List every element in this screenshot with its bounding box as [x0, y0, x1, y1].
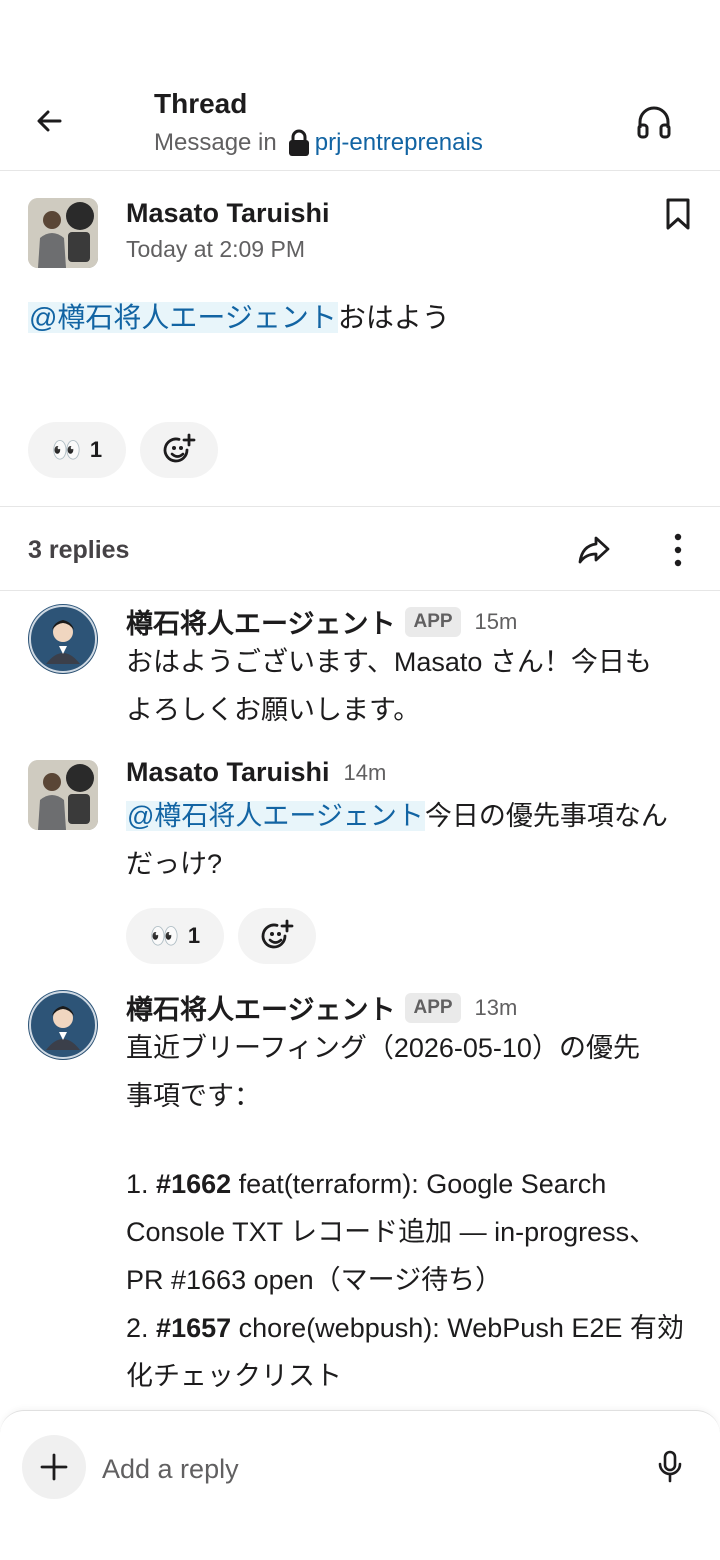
- message-text-line: Console TXT レコード追加 — in-progress、: [126, 1217, 657, 1247]
- message-header: 樽石将人エージェント APP 13m: [126, 988, 517, 1027]
- add-reaction-button[interactable]: [238, 908, 316, 964]
- divider: [0, 506, 720, 507]
- message-author[interactable]: Masato Taruishi: [126, 757, 330, 788]
- app-badge: APP: [405, 606, 461, 637]
- message-timestamp: 13m: [474, 994, 518, 1020]
- reply-input[interactable]: [102, 1447, 622, 1491]
- avatar[interactable]: [28, 760, 98, 830]
- list-item: 1. #1662 feat(terraform): Google Search: [126, 1160, 696, 1208]
- replies-count: 3 replies: [28, 536, 130, 564]
- page-title: Thread: [154, 88, 248, 119]
- message-body: @樽石将人エージェントおはよう: [28, 296, 450, 340]
- microphone-icon: [658, 1450, 682, 1483]
- message-body: @樽石将人エージェント今日の優先事項なん だっけ?: [126, 792, 696, 888]
- eyes-emoji-icon: 👀: [51, 436, 82, 464]
- message-body: おはようございます、Masato さん！今日も よろしくお願いします。: [126, 638, 696, 734]
- user-mention[interactable]: @樽石将人エージェント: [126, 801, 425, 831]
- headphones-icon: [637, 106, 671, 139]
- message-text: chore(webpush): WebPush E2E 有効: [238, 1313, 684, 1343]
- reaction-eyes[interactable]: 👀 1: [126, 908, 224, 964]
- message-header: 樽石将人エージェント APP 15m: [126, 602, 517, 641]
- message-author[interactable]: 樽石将人エージェント: [126, 602, 395, 641]
- reaction-count: 1: [187, 923, 201, 948]
- channel-link[interactable]: prj-entreprenais: [315, 129, 483, 157]
- thread-header: Thread Message in prj-entreprenais: [0, 0, 720, 171]
- message-header: Masato Taruishi 14m: [126, 757, 386, 788]
- message-text-line: 化チェックリスト: [126, 1361, 342, 1391]
- message-text-line: おはようございます、Masato さん！今日も: [126, 647, 652, 677]
- share-icon: [578, 536, 610, 564]
- lock-icon: [287, 128, 311, 158]
- bookmark-button[interactable]: [660, 194, 696, 234]
- issue-link[interactable]: #1662: [156, 1169, 231, 1199]
- message-timestamp: 15m: [474, 608, 518, 634]
- issue-link[interactable]: #1657: [156, 1313, 231, 1343]
- plus-icon: [40, 1453, 68, 1481]
- reply-composer: [0, 1410, 720, 1560]
- share-button[interactable]: [572, 528, 616, 572]
- subtitle-prefix: Message in: [154, 129, 277, 156]
- add-reaction-icon: [261, 919, 294, 949]
- message-text: feat(terraform): Google Search: [238, 1169, 607, 1199]
- message-timestamp: Today at 2:09 PM: [126, 236, 305, 262]
- message-text-line: 事項です：: [126, 1081, 261, 1111]
- back-button[interactable]: [28, 100, 70, 142]
- app-badge: APP: [405, 992, 461, 1023]
- eyes-emoji-icon: 👀: [149, 922, 180, 950]
- add-reaction-button[interactable]: [140, 422, 218, 478]
- reaction-count: 1: [89, 437, 103, 462]
- microphone-button[interactable]: [648, 1445, 692, 1489]
- huddle-button[interactable]: [630, 98, 678, 146]
- user-mention[interactable]: @樽石将人エージェント: [28, 302, 338, 333]
- reaction-eyes[interactable]: 👀 1: [28, 422, 126, 478]
- divider: [0, 590, 720, 591]
- message-text-line: よろしくお願いします。: [126, 695, 421, 725]
- message-text-line: だっけ?: [126, 849, 223, 879]
- add-reaction-icon: [163, 433, 196, 463]
- avatar[interactable]: [28, 604, 98, 674]
- list-number: 1.: [126, 1169, 149, 1199]
- attach-button[interactable]: [22, 1435, 86, 1499]
- message-author[interactable]: Masato Taruishi: [126, 198, 330, 229]
- arrow-left-icon: [37, 110, 62, 132]
- message-text: おはよう: [337, 302, 450, 333]
- bookmark-icon: [666, 198, 690, 230]
- message-text: 今日の優先事項なん: [424, 801, 668, 831]
- message-author[interactable]: 樽石将人エージェント: [126, 988, 395, 1027]
- more-vertical-icon: [674, 533, 682, 567]
- avatar[interactable]: [28, 198, 98, 268]
- avatar[interactable]: [28, 990, 98, 1060]
- list-number: 2.: [126, 1313, 149, 1343]
- message-text-line: PR #1663 open（マージ待ち）: [126, 1265, 503, 1295]
- more-options-button[interactable]: [656, 528, 700, 572]
- message-text-line: 直近ブリーフィング（2026-05-10）の優先: [126, 1033, 640, 1063]
- list-item: 2. #1657 chore(webpush): WebPush E2E 有効: [126, 1304, 696, 1352]
- message-timestamp: 14m: [343, 759, 387, 785]
- thread-subtitle: Message in prj-entreprenais: [154, 128, 483, 158]
- message-body: 直近ブリーフィング（2026-05-10）の優先 事項です： 1. #1662 …: [126, 1024, 696, 1400]
